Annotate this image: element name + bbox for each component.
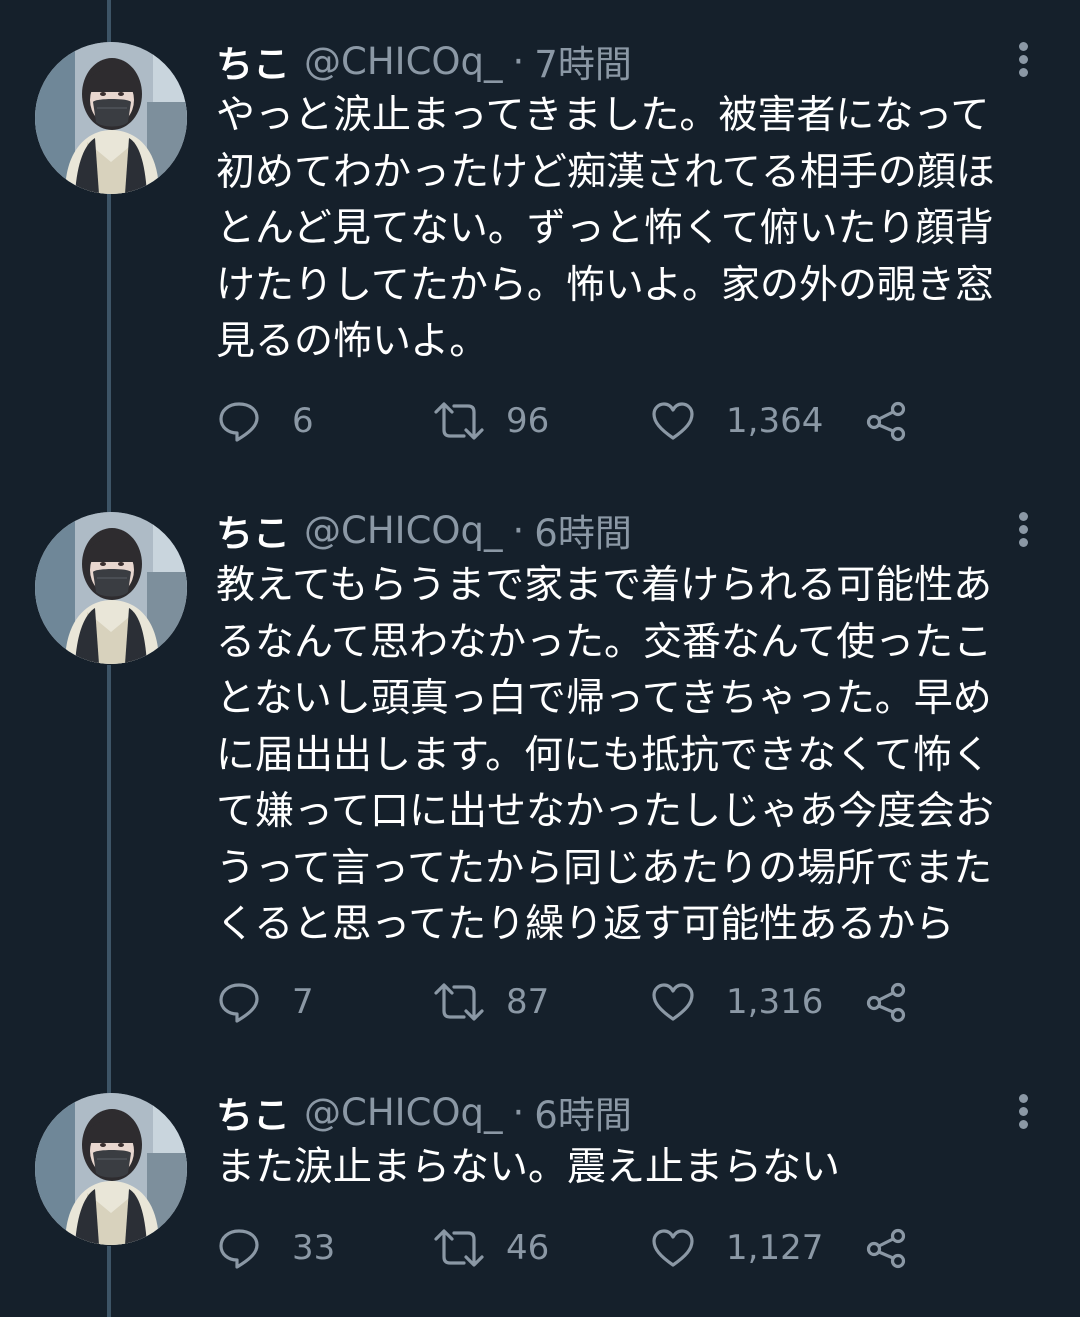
heart-icon	[650, 398, 696, 444]
retweet-icon	[432, 398, 486, 444]
more-vertical-icon[interactable]	[1012, 40, 1036, 80]
display-name[interactable]: ちこ	[216, 503, 290, 557]
separator-dot: ·	[512, 39, 525, 83]
retweet-icon	[432, 1225, 486, 1271]
thread-line	[107, 665, 111, 1093]
retweet-count: 87	[506, 982, 550, 1022]
timestamp[interactable]: 6時間	[534, 1085, 632, 1139]
tweet-header: ちこ @CHICOq_ · 6時間	[216, 1085, 632, 1139]
reply-count: 7	[292, 982, 314, 1022]
share-button[interactable]	[864, 977, 910, 1027]
display-name[interactable]: ちこ	[216, 1085, 290, 1139]
tweet-actions: 33 46 1,127	[216, 1223, 936, 1273]
user-handle[interactable]: @CHICOq_	[304, 40, 503, 83]
avatar[interactable]	[35, 42, 187, 194]
more-vertical-icon[interactable]	[1012, 1092, 1036, 1132]
retweet-button[interactable]: 46	[432, 1223, 549, 1273]
heart-icon	[650, 1225, 696, 1271]
timestamp[interactable]: 7時間	[534, 34, 632, 88]
heart-icon	[650, 979, 696, 1025]
tweet-text: また涙止まらない。震え止まらない	[216, 1145, 841, 1190]
share-icon	[864, 1225, 910, 1271]
separator-dot: ·	[512, 508, 525, 552]
tweet-actions: 7 87 1,316	[216, 977, 936, 1027]
reply-button[interactable]: 6	[216, 396, 314, 446]
reply-icon	[216, 398, 262, 444]
thread-line	[107, 0, 111, 42]
reply-button[interactable]: 7	[216, 977, 314, 1027]
tweet-text: やっと涙止まってきました。被害者になって 初めてわかったけど痴漢されてる相手の顔…	[216, 93, 995, 364]
like-count: 1,127	[726, 1228, 824, 1268]
more-vertical-icon[interactable]	[1012, 510, 1036, 550]
share-icon	[864, 398, 910, 444]
thread-line	[107, 1246, 111, 1317]
tweet-actions: 6 96 1,364	[216, 396, 936, 446]
user-handle[interactable]: @CHICOq_	[304, 509, 503, 552]
reply-count: 33	[292, 1228, 336, 1268]
separator-dot: ·	[512, 1090, 525, 1134]
retweet-button[interactable]: 96	[432, 396, 549, 446]
retweet-button[interactable]: 87	[432, 977, 549, 1027]
display-name[interactable]: ちこ	[216, 34, 290, 88]
tweet-text: 教えてもらうまで家まで着けられる可能性あ るなんて思わなかった。交番なんて使った…	[216, 563, 995, 947]
avatar[interactable]	[35, 1093, 187, 1245]
retweet-count: 46	[506, 1228, 550, 1268]
retweet-count: 96	[506, 401, 550, 441]
tweet-header: ちこ @CHICOq_ · 7時間	[216, 34, 632, 88]
reply-count: 6	[292, 401, 314, 441]
tweet-header: ちこ @CHICOq_ · 6時間	[216, 503, 632, 557]
reply-icon	[216, 1225, 262, 1271]
like-button[interactable]: 1,127	[650, 1223, 823, 1273]
reply-button[interactable]: 33	[216, 1223, 335, 1273]
like-count: 1,364	[726, 401, 824, 441]
user-handle[interactable]: @CHICOq_	[304, 1091, 503, 1134]
like-button[interactable]: 1,316	[650, 977, 823, 1027]
like-button[interactable]: 1,364	[650, 396, 823, 446]
share-button[interactable]	[864, 396, 910, 446]
like-count: 1,316	[726, 982, 824, 1022]
avatar[interactable]	[35, 512, 187, 664]
thread-line	[107, 194, 111, 512]
share-icon	[864, 979, 910, 1025]
retweet-icon	[432, 979, 486, 1025]
timestamp[interactable]: 6時間	[534, 503, 632, 557]
reply-icon	[216, 979, 262, 1025]
share-button[interactable]	[864, 1223, 910, 1273]
